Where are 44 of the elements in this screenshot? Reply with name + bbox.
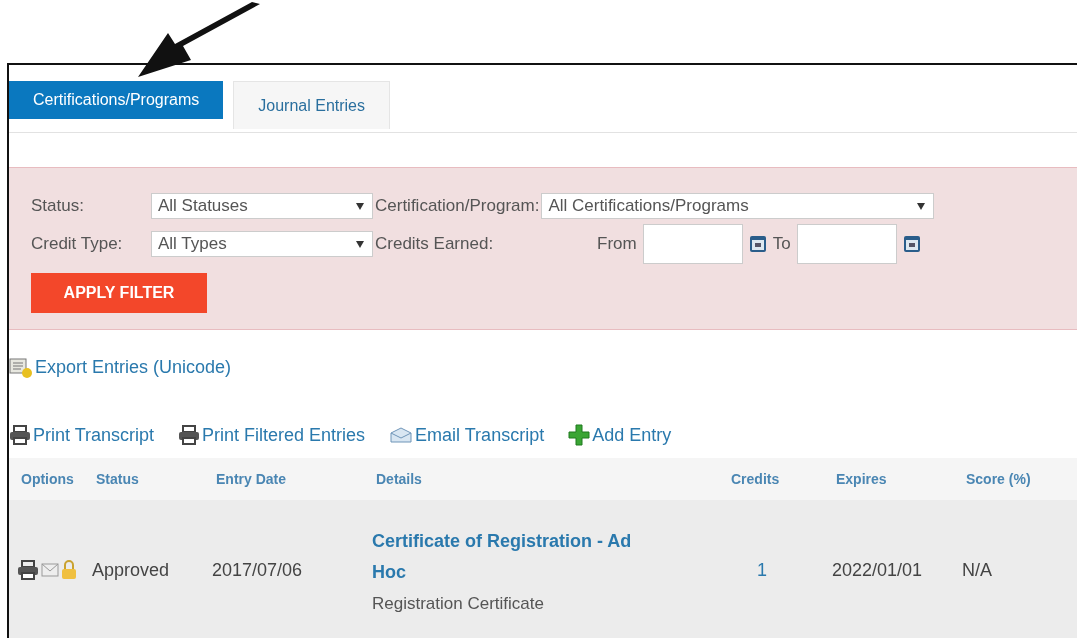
- apply-filter-button[interactable]: APPLY FILTER: [31, 273, 207, 313]
- field-label: From: [597, 234, 637, 254]
- calendar-icon[interactable]: [748, 235, 767, 253]
- table-cell-text: N/A: [962, 559, 993, 581]
- printer-icon[interactable]: [17, 560, 39, 580]
- table-cell-text: Approved: [92, 559, 171, 581]
- credit-type-select[interactable]: All Types: [151, 231, 373, 257]
- column-header[interactable]: Entry Date: [216, 471, 376, 487]
- credits-link[interactable]: 1: [727, 559, 832, 581]
- caret-icon: [356, 202, 364, 210]
- action-link[interactable]: Print Filtered Entries: [202, 424, 366, 446]
- column-header[interactable]: Details: [376, 471, 731, 487]
- details-link[interactable]: Certificate of Registration - Ad Hoc: [372, 526, 662, 588]
- status-select[interactable]: All Statuses: [151, 193, 373, 219]
- date-field[interactable]: [642, 224, 743, 264]
- column-header[interactable]: Options: [21, 471, 96, 487]
- field-label: Status:: [31, 196, 85, 216]
- column-header[interactable]: Score (%): [966, 471, 1077, 487]
- column-header[interactable]: Expires: [836, 471, 966, 487]
- tab[interactable]: Certifications/Programs: [9, 81, 224, 119]
- caret-icon: [917, 202, 926, 210]
- table-cell-text: 2022/01/01: [832, 559, 924, 581]
- action-link[interactable]: Email Transcript: [415, 424, 545, 446]
- action-link[interactable]: Add Entry: [592, 424, 672, 446]
- tab[interactable]: Journal Entries: [233, 81, 390, 129]
- caret-icon: [356, 240, 364, 248]
- column-header[interactable]: Status: [96, 471, 216, 487]
- date-field[interactable]: [796, 224, 897, 264]
- program-select[interactable]: All Certifications/Programs: [541, 193, 935, 219]
- export-link[interactable]: Export Entries (Unicode): [35, 356, 232, 378]
- table-cell-text: 2017/07/06: [212, 559, 304, 581]
- field-label: Credit Type:: [31, 234, 124, 254]
- plus-icon[interactable]: [568, 424, 591, 446]
- details-subtitle: Registration Certificate: [372, 593, 545, 614]
- field-label: Certification/Program:: [375, 196, 540, 216]
- envelope-icon[interactable]: [389, 426, 414, 444]
- export-icon[interactable]: [9, 356, 33, 378]
- field-label: Credits Earned:: [375, 234, 495, 254]
- action-link[interactable]: Print Transcript: [33, 424, 155, 446]
- printer-icon[interactable]: [178, 425, 201, 445]
- column-header[interactable]: Credits: [731, 471, 836, 487]
- calendar-icon[interactable]: [902, 235, 921, 253]
- field-label: To: [772, 234, 791, 254]
- printer-icon[interactable]: [9, 425, 31, 445]
